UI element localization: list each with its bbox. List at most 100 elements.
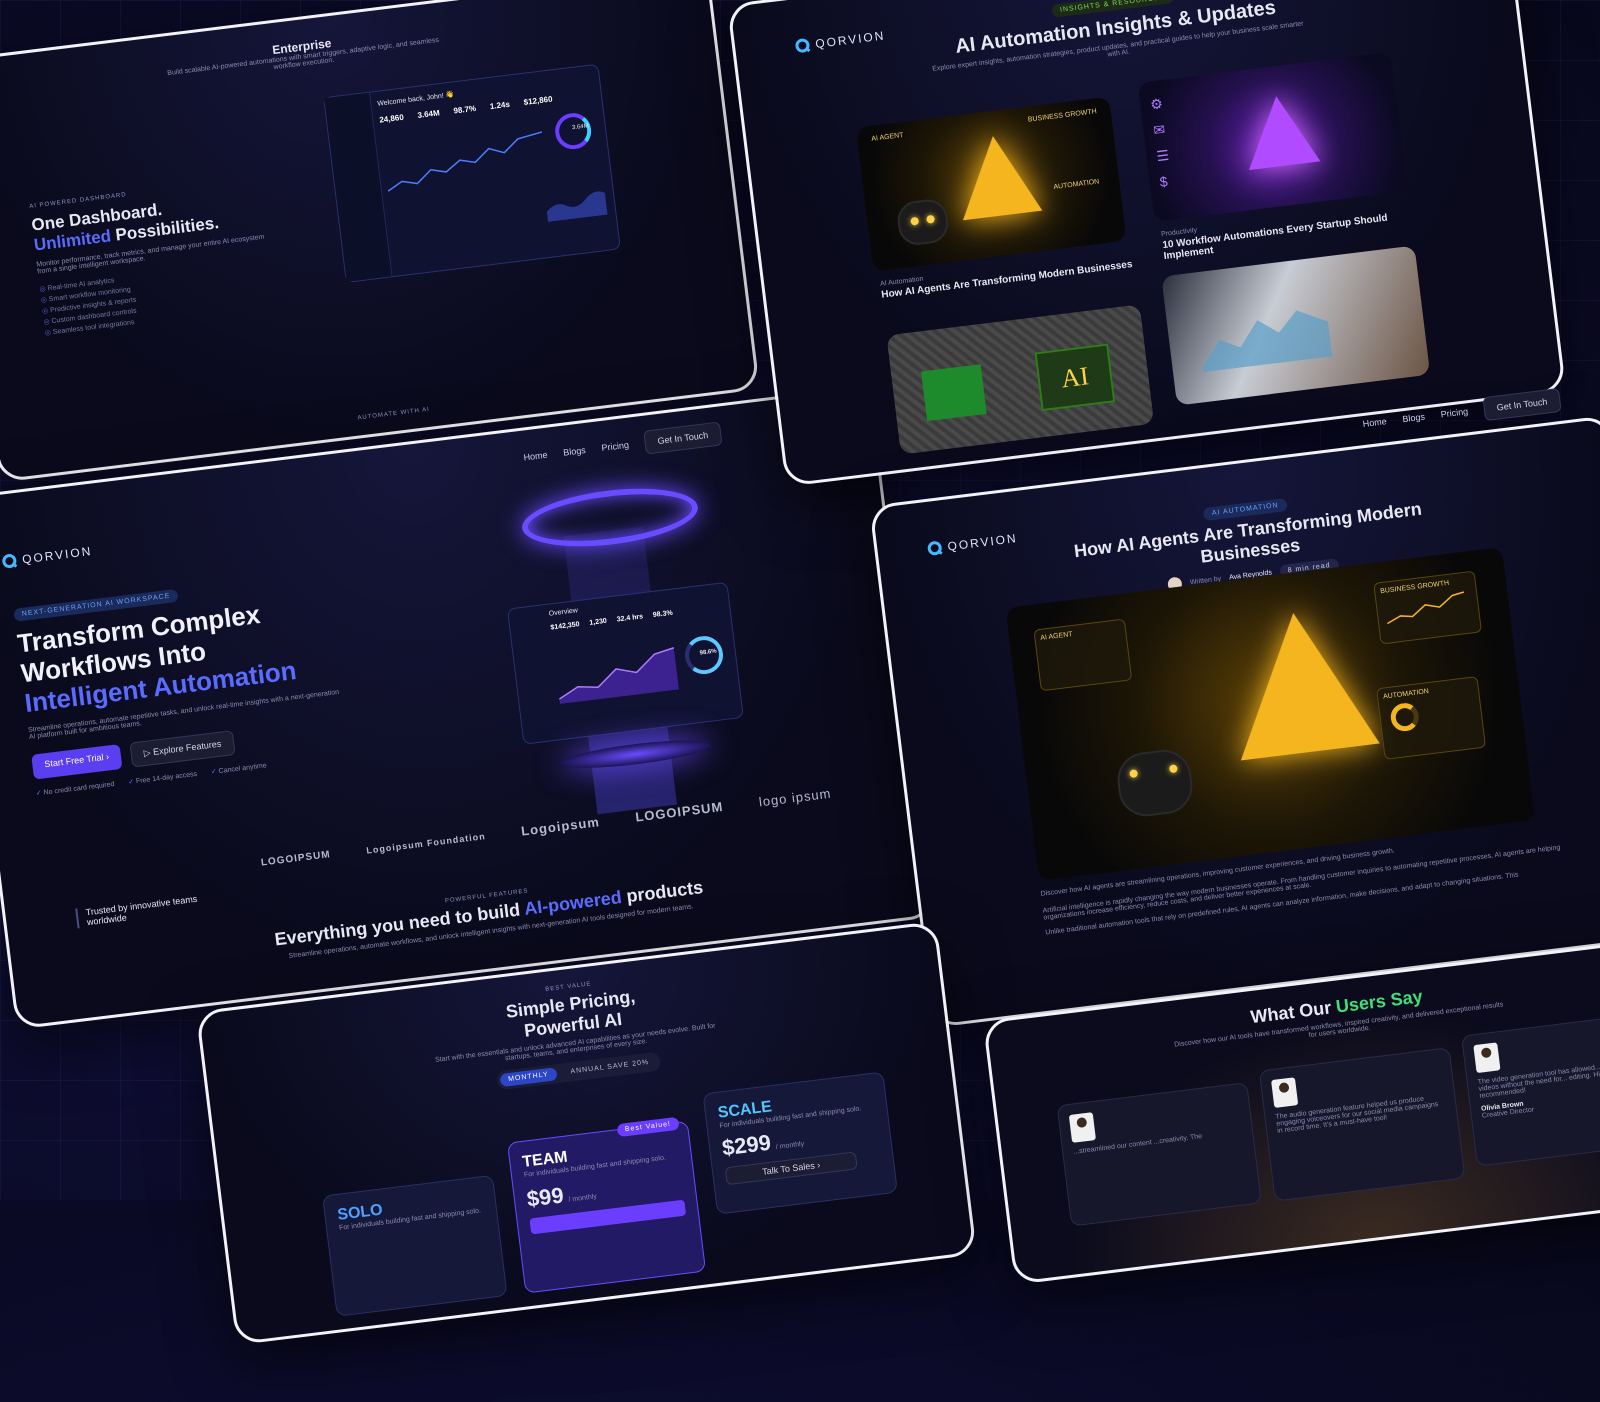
stat-value: 98.7%	[452, 103, 477, 116]
toggle-monthly[interactable]: MONTHLY	[499, 1067, 558, 1088]
workflow-icons: ⚙ ✉ ☰ $	[1149, 95, 1171, 190]
partner-logo: logo ipsum	[758, 785, 833, 810]
testimonial-card: The video generation tool has allowed...…	[1461, 1011, 1600, 1167]
plan-team: Best Value! TEAM For individuals buildin…	[506, 1116, 707, 1294]
chevron-right-icon: ›	[105, 751, 110, 762]
performance-line-chart	[387, 131, 543, 192]
check-cancel: ✓ Cancel anytime	[210, 761, 268, 776]
nav-pricing[interactable]: Pricing	[1440, 406, 1469, 419]
robot-icon	[1114, 746, 1196, 820]
check-label: No credit card required	[43, 780, 115, 797]
stat-value: 1.24s	[489, 99, 511, 112]
toggle-annual[interactable]: ANNUAL SAVE 20%	[562, 1055, 658, 1080]
start-free-trial-button[interactable]: Start Free Trial ›	[31, 743, 123, 780]
stat-value: 3.64M	[417, 108, 441, 120]
qorvion-logo-icon	[926, 540, 943, 557]
hero-section-card: QORVION Home Blogs Pricing Get In Touch …	[0, 384, 936, 1030]
nav-home[interactable]: Home	[523, 450, 548, 463]
start-free-trial-label: Start Free Trial	[43, 751, 105, 769]
stat-value: 24,860	[378, 112, 405, 125]
hero-area-chart	[558, 647, 679, 705]
play-icon: ▷	[143, 746, 152, 758]
plan-scale: SCALE For individuals building fast and …	[702, 1071, 898, 1215]
avatar	[1473, 1042, 1501, 1074]
brand-logo[interactable]: QORVION	[1, 543, 94, 569]
partner-logo: Logoipsum Foundation	[365, 830, 487, 856]
stat-value: 98.3%	[652, 609, 674, 620]
nav-blogs[interactable]: Blogs	[563, 445, 587, 458]
robot-icon	[895, 197, 951, 248]
system-health-chart	[546, 191, 608, 222]
blog-brand-logo[interactable]: QORVION	[794, 28, 887, 54]
testimonial-quote: The audio generation feature helped us p…	[1275, 1095, 1439, 1135]
dashboard-preview: Welcome back, John! 👋 24,860 3.64M 98.7%…	[323, 63, 621, 283]
dashboard-welcome: Welcome back, John! 👋	[377, 91, 455, 108]
stat-value: 1,230	[589, 617, 608, 627]
avatar	[1068, 1112, 1097, 1143]
image-label: AI AGENT	[870, 131, 904, 143]
plan-solo: SOLO For individuals building fast and s…	[322, 1174, 508, 1317]
save-badge: SAVE 20%	[606, 1058, 650, 1071]
image-label: AUTOMATION	[1053, 178, 1100, 191]
post-image-ai-agents[interactable]: AI AGENT BUSINESS GROWTH AUTOMATION	[855, 96, 1127, 272]
automate-tag: AUTOMATE WITH AI	[357, 406, 431, 422]
check-icon: ✓	[35, 789, 43, 798]
check-label: Free 14-day access	[135, 770, 198, 785]
avatar	[1271, 1077, 1299, 1108]
panel-label: AI AGENT	[1040, 631, 1073, 642]
brand-name: QORVION	[21, 543, 94, 567]
stat-value: $12,860	[523, 94, 553, 107]
explore-features-button[interactable]: ▷ Explore Features	[129, 729, 236, 768]
article-section-card: QORVION AI AUTOMATION How AI Agents Are …	[869, 414, 1600, 1028]
nav-blogs[interactable]: Blogs	[1402, 412, 1426, 425]
stat-value: $142,350	[550, 621, 580, 632]
main-nav: Home Blogs Pricing Get In Touch	[522, 421, 723, 469]
plan-period: / monthly	[568, 1193, 598, 1204]
nav-home[interactable]: Home	[1362, 416, 1387, 429]
post-image-workflows[interactable]: ⚙ ✉ ☰ $	[1137, 51, 1408, 222]
panel-label: AUTOMATION	[1382, 688, 1430, 701]
donut-icon	[1389, 701, 1421, 733]
explore-features-label: Explore Features	[152, 738, 222, 757]
check-label: Cancel anytime	[218, 761, 268, 775]
hero-dashboard-preview: Overview $142,350 1,230 32.4 hrs 98.3% 9…	[506, 581, 744, 745]
qorvion-logo-icon	[1, 553, 18, 569]
purple-crystal-icon	[1240, 91, 1321, 171]
plan-price: $299	[720, 1129, 773, 1161]
qorvion-logo-icon	[794, 37, 811, 54]
gear-icon: ⚙	[1296, 721, 1316, 744]
mockup-collage: Enterprise Build scalable AI-powered aut…	[0, 0, 1600, 1346]
brand-name: QORVION	[814, 28, 887, 51]
toggle-annual-label: ANNUAL	[570, 1064, 605, 1076]
check-icon: ✓	[127, 778, 135, 786]
check-icon: ✓	[210, 768, 218, 776]
image-label: BUSINESS GROWTH	[1027, 108, 1098, 124]
testimonial-quote: ...streamlined our content ...creativity…	[1072, 1133, 1203, 1156]
post-image-chip[interactable]: AI	[886, 304, 1155, 455]
check-free-access: ✓ Free 14-day access	[128, 769, 198, 785]
laptop-chart	[1202, 310, 1333, 373]
dashboard-section-card: Enterprise Build scalable AI-powered aut…	[0, 0, 761, 483]
dash-overview: Overview	[548, 607, 579, 618]
growth-panel: BUSINESS GROWTH	[1373, 570, 1482, 645]
gold-crystal-icon	[953, 131, 1043, 221]
partner-logo: Logoipsum	[520, 814, 601, 839]
get-in-touch-button[interactable]: Get In Touch	[643, 421, 723, 455]
logo-strip: LOGOIPSUM Logoipsum Foundation Logoipsum…	[260, 786, 832, 871]
plan-price: $99	[525, 1182, 565, 1212]
stat-value: 32.4 hrs	[616, 613, 644, 624]
testimonials-title: What Our	[1249, 997, 1333, 1028]
features-tail: products	[625, 877, 705, 907]
automation-panel: AUTOMATION	[1376, 676, 1487, 760]
brand-name: QORVION	[946, 531, 1019, 554]
talk-to-sales-label: Talk To Sales	[761, 1160, 816, 1177]
testimonial-card: ...streamlined our content ...creativity…	[1056, 1082, 1262, 1227]
plan-period: / monthly	[775, 1140, 805, 1151]
check-no-card: ✓ No credit card required	[35, 780, 114, 798]
testimonial-card: The audio generation feature helped us p…	[1258, 1047, 1466, 1202]
nav-pricing[interactable]: Pricing	[601, 440, 630, 453]
ai-chip-label: AI	[1034, 343, 1116, 412]
partner-logo: LOGOIPSUM	[260, 849, 332, 869]
article-brand-logo[interactable]: QORVION	[926, 531, 1019, 557]
post-image-laptop[interactable]	[1161, 245, 1431, 406]
